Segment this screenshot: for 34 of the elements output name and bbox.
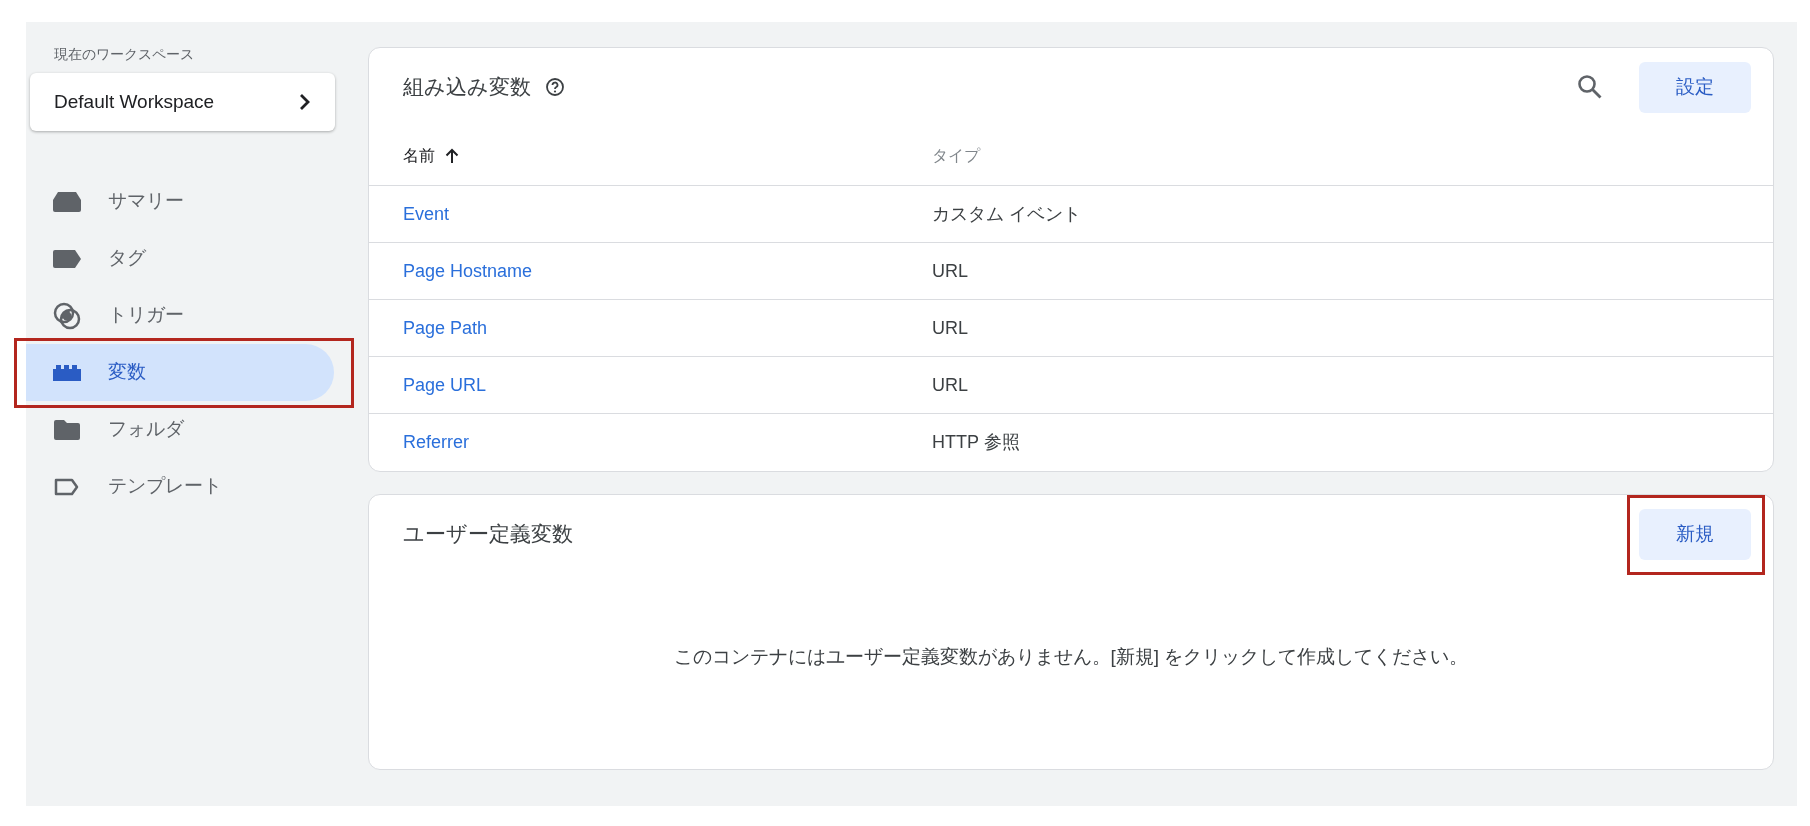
- tag-icon: [53, 249, 81, 268]
- workspace-label: 現在のワークスペース: [54, 45, 195, 64]
- nav-item[interactable]: タグ: [26, 230, 334, 287]
- new-button[interactable]: 新規: [1639, 508, 1751, 560]
- variable-link[interactable]: Event: [403, 200, 932, 228]
- blocks-icon: [53, 364, 81, 381]
- variable-link[interactable]: Page Hostname: [403, 257, 932, 285]
- empty-message: このコンテナにはユーザー定義変数がありません。[新規] をクリックして作成してください。: [673, 644, 1469, 669]
- card-title: ユーザー定義変数: [403, 521, 573, 548]
- variable-link[interactable]: Referrer: [403, 429, 932, 456]
- chevron-right-icon: [299, 93, 311, 111]
- table-cell-text: HTTP 参照: [932, 431, 1020, 454]
- tray-icon: [53, 191, 81, 212]
- table-cell-text: カスタム イベント: [932, 202, 1081, 226]
- settings-button[interactable]: 設定: [1639, 61, 1751, 113]
- tag-outline-icon: [54, 477, 80, 496]
- table-cell-text: URL: [932, 316, 968, 340]
- folder-icon: [54, 419, 80, 440]
- card-title: 組み込み変数: [403, 74, 531, 101]
- variable-link[interactable]: Page Path: [403, 314, 932, 342]
- table-cell-text: URL: [932, 373, 968, 397]
- nav-item[interactable]: サマリー: [26, 173, 334, 230]
- table-cell-text: URL: [932, 259, 968, 283]
- nav-item[interactable]: 変数: [26, 344, 334, 401]
- help-icon: [545, 77, 565, 97]
- nav-item[interactable]: テンプレート: [26, 458, 334, 515]
- search-icon[interactable]: [1577, 74, 1603, 100]
- nav-item[interactable]: トリガー: [26, 287, 334, 344]
- workspace-selector[interactable]: Default Workspace: [30, 73, 335, 131]
- variable-link[interactable]: Page URL: [403, 371, 932, 399]
- nav-item[interactable]: フォルダ: [26, 401, 334, 458]
- column-header: タイプ: [932, 145, 980, 166]
- column-header[interactable]: 名前: [403, 143, 435, 168]
- overlapping-circles-icon: [53, 301, 81, 330]
